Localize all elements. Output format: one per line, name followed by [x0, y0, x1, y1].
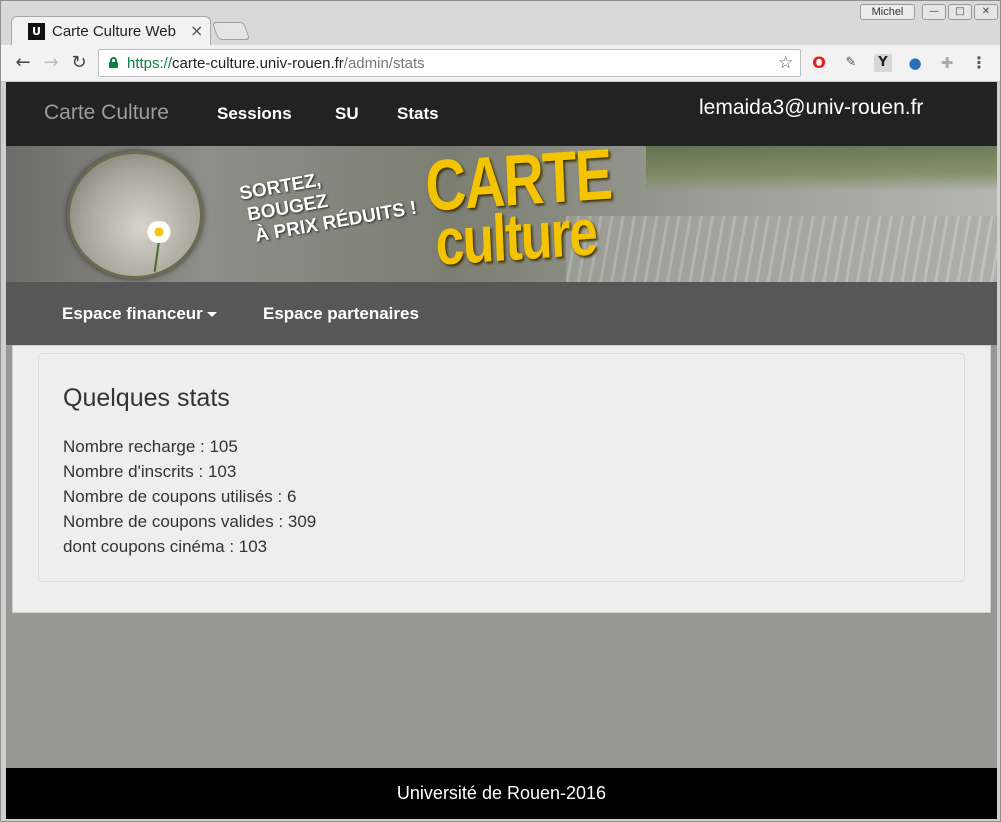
banner-title-culture: culture	[434, 194, 598, 279]
secondary-navbar: Espace financeur Espace partenaires	[6, 282, 997, 345]
back-arrow-icon[interactable]: ←	[11, 51, 35, 75]
tab-close-icon[interactable]: ×	[190, 21, 203, 40]
nav-sessions[interactable]: Sessions	[217, 104, 292, 124]
page-footer: Université de Rouen-2016	[6, 768, 997, 819]
puzzle-extension-icon[interactable]: ✚	[938, 54, 956, 72]
web-page: Carte Culture Sessions SU Stats lemaida3…	[6, 82, 997, 819]
url-text[interactable]: https://carte-culture.univ-rouen.fr/admi…	[127, 55, 425, 72]
brand-link[interactable]: Carte Culture	[44, 101, 169, 125]
stat-coupons-valides: Nombre de coupons valides : 309	[63, 512, 317, 531]
opera-extension-icon[interactable]: O	[810, 54, 828, 72]
daisy-flower-icon	[145, 221, 173, 243]
stat-coupons-utilises: Nombre de coupons utilisés : 6	[63, 487, 297, 506]
lock-icon	[109, 57, 118, 68]
stat-coupons-cinema: dont coupons cinéma : 103	[63, 537, 268, 556]
globe-extension-icon[interactable]: ●	[906, 54, 924, 72]
daisy-medallion-image	[67, 151, 203, 279]
stats-list: Nombre recharge : 105 Nombre d'inscrits …	[63, 434, 316, 559]
title-bar: U Carte Culture Web × Michel — □ ✕	[1, 1, 1000, 46]
url-scheme: https://	[127, 55, 173, 72]
nav-stats[interactable]: Stats	[397, 104, 439, 124]
close-window-button[interactable]: ✕	[974, 4, 998, 20]
user-email[interactable]: lemaida3@univ-rouen.fr	[699, 96, 923, 120]
nav-su[interactable]: SU	[335, 104, 359, 124]
browser-menu-icon[interactable]: ⋮	[970, 54, 988, 72]
site-favicon-icon: U	[28, 23, 45, 40]
eyedropper-extension-icon[interactable]: ✎	[842, 54, 860, 72]
nav-espace-financeur[interactable]: Espace financeur	[62, 304, 217, 324]
forward-arrow-icon[interactable]: →	[39, 51, 63, 75]
tab-title: Carte Culture Web	[52, 23, 176, 40]
stat-inscrits: Nombre d'inscrits : 103	[63, 462, 237, 481]
profile-button[interactable]: Michel	[860, 4, 915, 20]
stats-panel: Quelques stats Nombre recharge : 105 Nom…	[38, 353, 965, 582]
address-bar[interactable]: https://carte-culture.univ-rouen.fr/admi…	[98, 49, 801, 77]
banner-tagline: SORTEZ, BOUGEZ À PRIX RÉDUITS !	[238, 154, 418, 249]
stat-recharges: Nombre recharge : 105	[63, 437, 238, 456]
browser-window: U Carte Culture Web × Michel — □ ✕ ← → ↻…	[0, 0, 1001, 822]
footer-text: Université de Rouen-2016	[396, 783, 607, 803]
new-tab-button[interactable]	[211, 22, 251, 40]
maximize-button[interactable]: □	[948, 4, 972, 20]
url-host: carte-culture.univ-rouen.fr	[172, 55, 344, 72]
yandex-extension-icon[interactable]: Y	[874, 54, 892, 72]
reload-icon[interactable]: ↻	[67, 51, 91, 75]
bookmark-star-icon[interactable]: ☆	[778, 53, 793, 73]
main-content: Quelques stats Nombre recharge : 105 Nom…	[12, 345, 991, 613]
espace-financeur-label: Espace financeur	[62, 304, 203, 323]
minimize-button[interactable]: —	[922, 4, 946, 20]
caret-down-icon	[206, 312, 217, 318]
nav-espace-partenaires[interactable]: Espace partenaires	[263, 304, 419, 324]
carte-culture-banner: SORTEZ, BOUGEZ À PRIX RÉDUITS ! CARTE cu…	[6, 146, 997, 282]
top-navbar: Carte Culture Sessions SU Stats lemaida3…	[6, 82, 997, 146]
url-path: /admin/stats	[343, 55, 425, 72]
stats-title: Quelques stats	[63, 384, 230, 412]
browser-toolbar: ← → ↻ https://carte-culture.univ-rouen.f…	[1, 45, 1000, 82]
browser-tab[interactable]: U Carte Culture Web ×	[11, 16, 211, 46]
